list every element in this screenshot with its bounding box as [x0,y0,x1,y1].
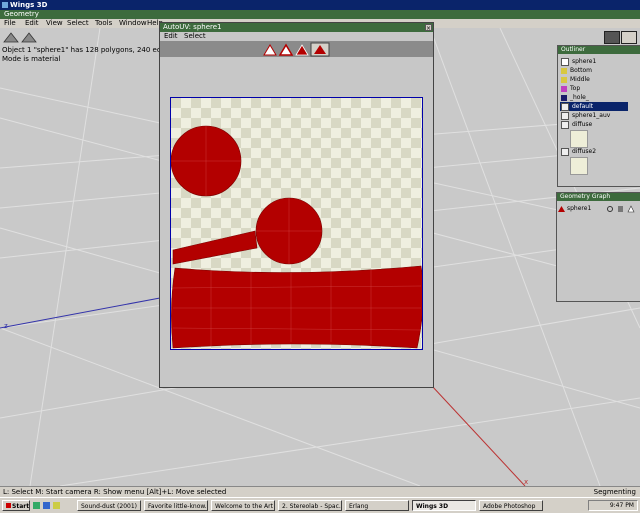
taskbar-button[interactable]: Welcome to the Art ... [211,500,275,511]
material-icon [561,111,569,120]
desktop-icon[interactable] [33,502,40,509]
wireframe-icon [627,205,635,213]
outliner-item[interactable]: diffuse [561,120,592,129]
axis-z-label: z [4,322,8,330]
taskbar-button-active[interactable]: Wings 3D [412,500,476,511]
autouv-title-bar[interactable]: AutoUV: sphere1 × [160,23,433,32]
eye-icon [607,206,613,212]
folder-icon[interactable] [53,502,60,509]
toggle-view-icon[interactable] [621,31,637,44]
object-icon [558,205,565,212]
outliner-item[interactable]: diffuse2 [561,147,596,156]
object-icon [561,57,569,66]
menu-select[interactable]: Select [67,19,89,28]
edge-select-icon[interactable] [278,43,294,56]
start-button[interactable]: Start [2,500,30,511]
outliner-panel: Outliner sphere1 Bottom Middle Top _hole… [557,45,640,187]
lock-icon [618,206,623,212]
image-thumbnail [570,157,588,175]
outliner-item[interactable]: Top [561,84,580,93]
autouv-window: AutoUV: sphere1 × Edit Select [159,22,434,388]
material-icon [561,102,569,111]
vertex-select-icon[interactable] [263,44,277,56]
camera-view-icon[interactable] [604,31,620,44]
app-icon [2,2,8,8]
menu-file[interactable]: File [4,19,16,28]
object-visibility-controls[interactable] [606,205,638,213]
menu-edit[interactable]: Edit [25,19,39,28]
material-icon [561,85,567,92]
autouv-menu-edit[interactable]: Edit [164,32,178,41]
image-thumbnail [570,130,588,148]
edge-mode-icon [21,32,37,43]
autouv-title: AutoUV: sphere1 [163,23,222,31]
quick-launch [33,501,73,510]
menu-window[interactable]: Window [119,19,147,28]
outliner-item[interactable]: Middle [561,75,590,84]
mode-label: Geometry [4,10,39,18]
axis-x-label: x [524,478,529,486]
status-bar: L: Select M: Start camera R: Show menu [… [0,486,640,497]
status-hint: L: Select M: Start camera R: Show menu [… [3,488,227,496]
outliner-item[interactable]: sphere1 [561,57,596,66]
windows-logo-icon [6,503,11,508]
geometry-graph-item[interactable]: sphere1 [558,204,591,213]
taskbar-button[interactable]: Adobe Photoshop [479,500,543,511]
clock[interactable]: 9:47 PM [610,502,634,509]
geometry-graph-title: Geometry Graph [560,193,611,200]
status-mode: Segmenting [593,488,636,496]
uv-canvas[interactable] [170,97,423,350]
browser-icon[interactable] [43,502,50,509]
geometry-graph-panel: Geometry Graph sphere1 [556,192,640,302]
outliner-title-bar[interactable]: Outliner [558,46,640,54]
window-title: Wings 3D [10,1,48,9]
geometry-mode-bar: Geometry [0,10,640,19]
material-icon [561,76,567,83]
windows-taskbar: Start Sound-dust (2001) Favorite little-… [0,497,640,513]
close-icon[interactable]: × [425,24,432,32]
geometry-graph-title-bar[interactable]: Geometry Graph [557,193,640,201]
vertex-mode-icon [3,32,19,43]
autouv-menu-select[interactable]: Select [184,32,206,41]
outliner-title: Outliner [561,46,586,53]
menu-tools[interactable]: Tools [95,19,112,28]
material-icon [561,94,567,101]
outliner-item[interactable]: _hole_ [561,93,589,102]
material-icon [561,67,567,74]
system-tray: 9:47 PM [588,500,638,511]
viewport-info-line1: Object 1 "sphere1" has 128 polygons, 240… [2,46,183,54]
image-icon [561,120,569,129]
viewport-info-line2: Mode is material [2,55,61,63]
select-mode-toolbar[interactable] [2,31,38,43]
autouv-toolbar [160,41,433,57]
uv-chart-body [171,265,422,349]
taskbar-button[interactable]: 2. Stereolab - Spac... [278,500,342,511]
autouv-menu: Edit Select [160,32,433,41]
outliner-item[interactable]: Bottom [561,66,592,75]
menu-view[interactable]: View [46,19,63,28]
outliner-item[interactable]: sphere1_auv [561,111,610,120]
taskbar-button[interactable]: Erlang [345,500,409,511]
image-icon [561,147,569,156]
taskbar-button[interactable]: Favorite little-know... [144,500,208,511]
outliner-item-selected[interactable]: default [560,102,628,111]
window-title-bar: Wings 3D [0,0,640,10]
face-select-icon[interactable] [295,44,309,56]
taskbar-button[interactable]: Sound-dust (2001) [77,500,141,511]
